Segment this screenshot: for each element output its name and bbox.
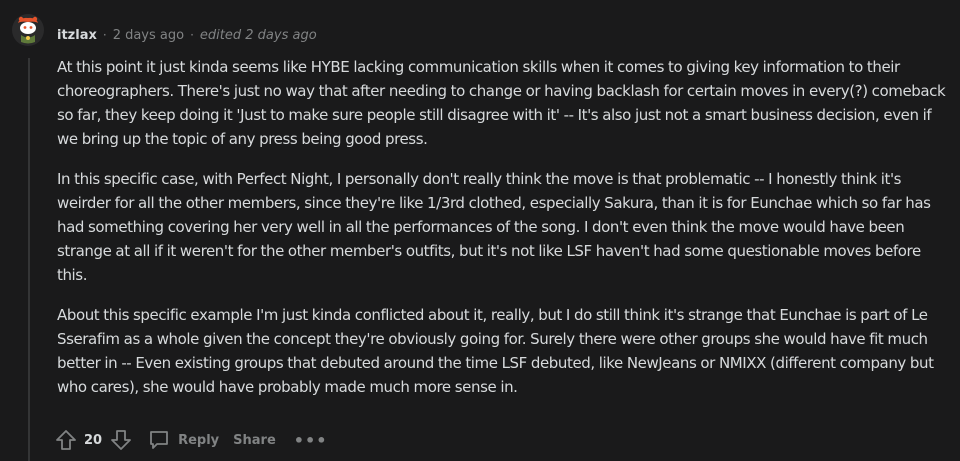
username[interactable]: itzlax [57, 28, 97, 43]
share-button[interactable]: Share [233, 433, 276, 448]
comment-header: itzlax · 2 days ago · edited 2 days ago [57, 25, 317, 45]
comment-actions: 20 Reply Share ••• [53, 427, 327, 453]
comment-paragraph: About this specific example I'm just kin… [57, 306, 934, 396]
downvote-button[interactable] [108, 427, 134, 453]
comment-bubble-icon [150, 431, 168, 449]
vote-score: 20 [84, 432, 103, 448]
thread-line[interactable] [28, 58, 30, 461]
separator-dot: · [190, 28, 194, 42]
share-label: Share [233, 432, 276, 448]
comment-paragraph: In this specific case, with Perfect Nigh… [57, 170, 931, 284]
more-options-icon[interactable]: ••• [294, 431, 328, 450]
timestamp[interactable]: 2 days ago [113, 28, 184, 43]
reply-button[interactable]: Reply [148, 429, 219, 451]
upvote-arrow-icon [56, 430, 76, 450]
comment-paragraph: At this point it just kinda seems like H… [57, 58, 946, 148]
avatar[interactable] [12, 14, 44, 46]
comment-body: At this point it just kinda seems like H… [57, 55, 950, 415]
snoo-avatar-icon [12, 14, 44, 46]
separator-dot: · [102, 28, 107, 42]
reply-label: Reply [178, 432, 220, 448]
downvote-arrow-icon [111, 430, 131, 450]
upvote-button[interactable] [53, 427, 79, 453]
edited-label: edited 2 days ago [199, 27, 317, 43]
